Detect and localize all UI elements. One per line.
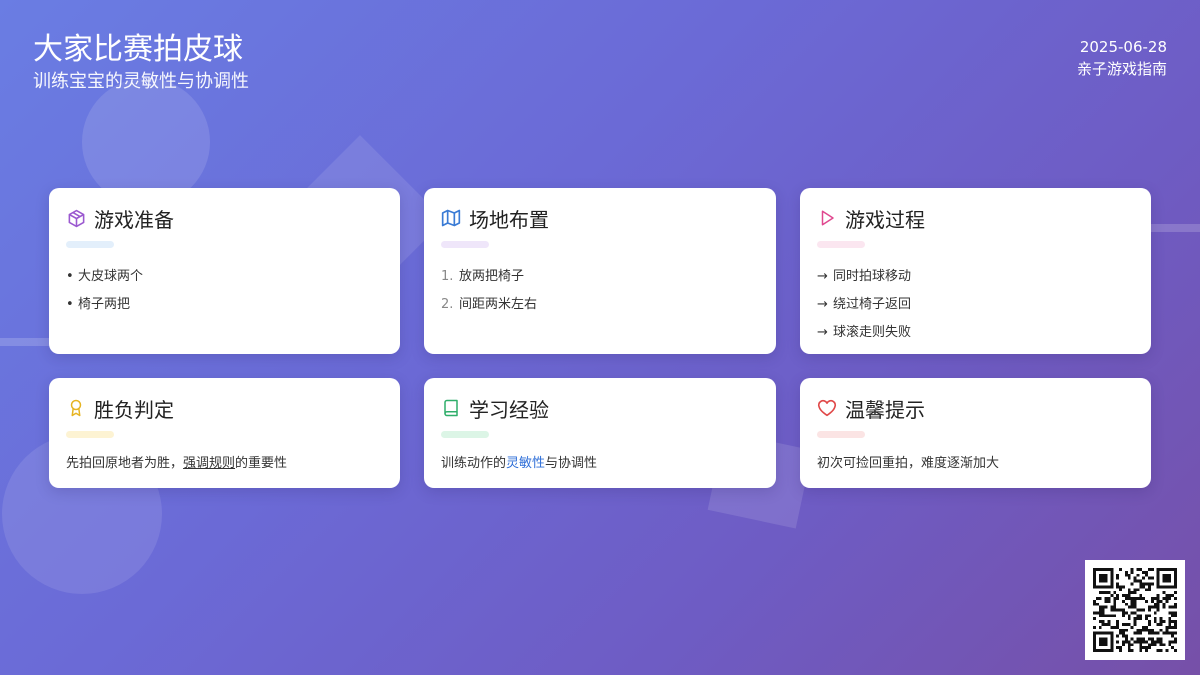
card-title: 温馨提示 xyxy=(845,397,925,422)
card-title: 游戏过程 xyxy=(845,207,925,232)
header-meta: 2025-06-28 亲子游戏指南 xyxy=(1077,36,1167,80)
card-title: 游戏准备 xyxy=(94,207,174,232)
card-process: 游戏过程 → 同时拍球移动 → 绕过椅子返回 → 球滚走则失败 xyxy=(800,188,1151,354)
list-item: • 大皮球两个 xyxy=(66,269,144,284)
card-title: 胜负判定 xyxy=(94,397,174,422)
page-subtitle: 训练宝宝的灵敏性与协调性 xyxy=(33,71,249,92)
card-title: 场地布置 xyxy=(469,207,549,232)
list-item: → 绕过椅子返回 xyxy=(817,291,1133,319)
field-list: 1. 放两把椅子 2. 间距两米左右 xyxy=(441,263,758,319)
card-accent-bar xyxy=(441,431,489,438)
page-title: 大家比赛拍皮球 xyxy=(33,32,243,67)
box-icon xyxy=(66,208,86,228)
heart-icon xyxy=(817,398,837,418)
card-accent-bar xyxy=(441,241,489,248)
qr-code-icon xyxy=(1085,560,1185,660)
card-learn: 学习经验 训练动作的灵敏性与协调性 xyxy=(424,378,776,488)
category-label: 亲子游戏指南 xyxy=(1076,60,1167,78)
header: 大家比赛拍皮球 训练宝宝的灵敏性与协调性 xyxy=(33,32,249,94)
list-item: 2. 间距两米左右 xyxy=(441,297,538,312)
card-text: 初次可捡回重拍，难度逐渐加大 xyxy=(817,456,1000,471)
list-item: 1. 放两把椅子 xyxy=(441,269,525,284)
award-icon xyxy=(66,398,86,418)
card-accent-bar xyxy=(66,241,114,248)
prep-list: • 大皮球两个 • 椅子两把 xyxy=(66,263,382,319)
decorative-circle xyxy=(82,78,210,206)
highlight-text: 灵敏性 xyxy=(506,456,546,471)
card-judge: 胜负判定 先拍回原地者为胜，强调规则的重要性 xyxy=(49,378,400,488)
arrow-icon: → xyxy=(817,297,828,312)
card-field: 场地布置 1. 放两把椅子 2. 间距两米左右 xyxy=(424,188,776,354)
list-item: • 椅子两把 xyxy=(66,297,131,312)
map-icon xyxy=(441,208,461,228)
card-tips: 温馨提示 初次可捡回重拍，难度逐渐加大 xyxy=(800,378,1151,488)
book-icon xyxy=(441,398,461,418)
list-item: → 球滚走则失败 xyxy=(817,319,1133,347)
card-text: 先拍回原地者为胜，强调规则的重要性 xyxy=(66,456,288,471)
arrow-icon: → xyxy=(817,269,828,284)
card-title: 学习经验 xyxy=(469,397,549,422)
play-icon xyxy=(817,208,837,228)
arrow-icon: → xyxy=(817,325,828,340)
card-accent-bar xyxy=(817,241,865,248)
list-item: → 同时拍球移动 xyxy=(817,263,1133,291)
card-accent-bar xyxy=(66,431,114,438)
card-prep: 游戏准备 • 大皮球两个 • 椅子两把 xyxy=(49,188,400,354)
process-list: → 同时拍球移动 → 绕过椅子返回 → 球滚走则失败 xyxy=(817,263,1133,347)
emphasis-text: 强调规则 xyxy=(183,456,236,471)
card-text: 训练动作的灵敏性与协调性 xyxy=(441,456,598,471)
date-label: 2025-06-28 xyxy=(1079,38,1167,56)
card-accent-bar xyxy=(817,431,865,438)
